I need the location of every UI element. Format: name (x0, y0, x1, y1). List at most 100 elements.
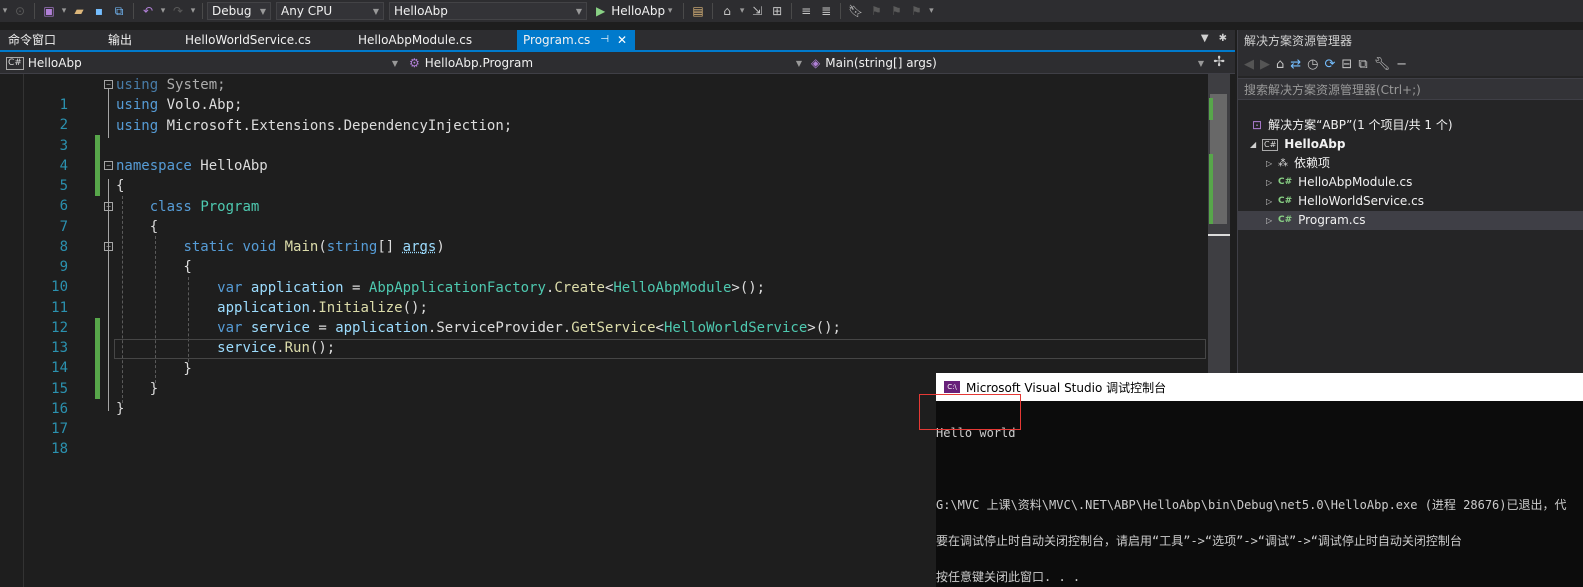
platform-select[interactable]: Any CPU ▼ (276, 2, 384, 20)
chevron-down-icon[interactable]: ▾ (60, 2, 68, 20)
tab-list-icon[interactable]: ▼ (1201, 33, 1209, 44)
redo-icon[interactable]: ↷ (171, 2, 185, 20)
collapse-all-icon[interactable]: ⊟ (1341, 57, 1352, 72)
tree-item-label: HelloWorldService.cs (1298, 194, 1424, 208)
project-dropdown-value: HelloAbp (27, 56, 82, 70)
show-all-files-icon[interactable]: ⧉ (1358, 57, 1367, 72)
back-icon[interactable]: ◀ (1244, 57, 1254, 72)
tree-item-helloabpmodule[interactable]: ▷ C# HelloAbpModule.cs (1266, 173, 1412, 192)
tree-item-solution[interactable]: ⊡ 解决方案“ABP”(1 个项目/共 1 个) (1252, 116, 1453, 135)
console-title-bar[interactable]: C:\ Microsoft Visual Studio 调试控制台 (936, 373, 1583, 401)
annotation-highlight-box (919, 394, 1021, 430)
code-line: 8 { (0, 217, 1208, 255)
browse-icon[interactable]: ▤ (691, 2, 705, 20)
console-line: 要在调试停止时自动关闭控制台，请启用“工具”->“选项”->“调试”->“调试停… (936, 534, 1462, 548)
collapsed-icon[interactable]: ▷ (1266, 154, 1278, 173)
code-line: 7 − class Program (0, 197, 1208, 235)
forward-icon[interactable]: ▶ (1260, 57, 1270, 72)
save-icon[interactable]: ▪ (92, 2, 106, 20)
code-line: 3 using Microsoft.Extensions.DependencyI… (0, 116, 1208, 176)
tab-program[interactable]: Program.cs ⊣ ✕ (517, 30, 635, 50)
tab-output[interactable]: 输出 (108, 30, 132, 50)
code-line: 9 − static void Main(string[] args) (0, 237, 1208, 275)
close-icon[interactable]: ✕ (617, 30, 627, 50)
comment-icon[interactable]: ≡ (799, 2, 813, 20)
debug-console-window[interactable]: C:\ Microsoft Visual Studio 调试控制台 Hello … (936, 373, 1583, 587)
collapse-icon[interactable]: − (104, 80, 113, 89)
chevron-down-icon: ▼ (795, 58, 802, 68)
gear-icon[interactable]: ✱ (1219, 33, 1227, 44)
navigate-forward-icon[interactable]: ⊙ (13, 2, 27, 20)
history-icon[interactable]: ◷ (1307, 57, 1318, 72)
tree-item-dependencies[interactable]: ▷ ⁂ 依赖项 (1266, 154, 1330, 173)
chevron-down-icon[interactable]: ▾ (927, 2, 935, 20)
expanded-icon[interactable]: ◢ (1250, 135, 1262, 154)
console-title: Microsoft Visual Studio 调试控制台 (966, 380, 1167, 395)
solution-search-input[interactable]: 搜索解决方案资源管理器(Ctrl+;) (1238, 78, 1583, 100)
toolbar-separator (840, 3, 842, 19)
preview-icon[interactable]: − (1396, 57, 1407, 72)
collapsed-icon[interactable]: ▷ (1266, 211, 1278, 230)
switch-views-icon[interactable]: ⇄ (1290, 57, 1301, 72)
uncomment-icon[interactable]: ≣ (819, 2, 833, 20)
code-text: static void Main(string[] args) (183, 239, 445, 255)
line-number: 18 (51, 441, 68, 458)
tree-item-label: HelloAbpModule.cs (1298, 175, 1413, 189)
step-icon[interactable]: ⇲ (750, 2, 764, 20)
toolbar-separator (712, 3, 714, 19)
chevron-down-icon[interactable]: ▾ (738, 2, 746, 20)
code-line: 14 service.Run(); (0, 338, 1208, 399)
start-debugging-button[interactable]: ▶ HelloAbp ▾ (596, 2, 675, 20)
undo-icon[interactable]: ↶ (141, 2, 155, 20)
collapse-icon[interactable]: − (104, 161, 113, 170)
chevron-down-icon: ▾ (667, 6, 673, 16)
code-text: { (116, 218, 159, 235)
tree-item-program[interactable]: ▷ C# Program.cs (1238, 211, 1583, 230)
startup-project-select[interactable]: HelloAbp ▼ (389, 2, 587, 20)
code-text: namespace HelloAbp (116, 158, 268, 174)
solution-explorer-title: 解决方案资源管理器 (1238, 30, 1583, 52)
properties-icon[interactable]: 🔧︎ (1374, 57, 1391, 72)
chevron-down-icon[interactable]: ▾ (1, 2, 9, 20)
tree-item-label: 依赖项 (1294, 156, 1331, 170)
bookmark-icon[interactable]: 🔖︎ (848, 2, 863, 20)
collapsed-icon[interactable]: ▷ (1266, 192, 1278, 211)
change-overview-marker (1209, 98, 1213, 120)
home-icon[interactable]: ⌂ (720, 2, 734, 20)
tab-helloabpmodule[interactable]: HelloAbpModule.cs (358, 30, 472, 50)
play-icon: ▶ (596, 4, 606, 18)
collapse-icon[interactable]: − (104, 201, 113, 211)
new-project-icon[interactable]: ▣ (42, 2, 56, 20)
code-text: application.Initialize(); (217, 299, 428, 316)
tree-item-project[interactable]: ◢ C# HelloAbp (1250, 135, 1345, 154)
prev-bookmark-icon[interactable]: ⚑ (869, 2, 883, 20)
save-all-icon[interactable]: ⧉ (112, 2, 126, 20)
home-icon[interactable]: ⌂ (1276, 57, 1284, 72)
tab-label: Program.cs (523, 33, 591, 47)
next-bookmark-icon[interactable]: ⚑ (889, 2, 903, 20)
pin-icon[interactable]: ⊣ (600, 30, 609, 50)
collapsed-icon[interactable]: ▷ (1266, 173, 1278, 192)
member-dropdown[interactable]: ◈ Main(string[] args) ▼ (810, 54, 1208, 72)
configuration-select[interactable]: Debug ▼ (207, 2, 271, 20)
code-line: 4 (0, 136, 1208, 196)
startup-project-value: HelloAbp (394, 4, 448, 18)
solution-explorer-toolbar: ◀ ▶ ⌂ ⇄ ◷ ⟳ ⊟ ⧉ 🔧︎ − (1238, 52, 1583, 76)
type-dropdown[interactable]: ⚙ HelloAbp.Program ▼ (408, 54, 806, 72)
code-text: var service = application.ServiceProvide… (217, 320, 841, 336)
clear-bookmarks-icon[interactable]: ⚑ (909, 2, 923, 20)
tab-helloworldservice[interactable]: HelloWorldService.cs (185, 30, 311, 50)
split-window-icon[interactable]: ✢ (1213, 54, 1225, 70)
chevron-down-icon[interactable]: ▾ (159, 2, 167, 20)
tree-item-helloworldservice[interactable]: ▷ C# HelloWorldService.cs (1266, 192, 1424, 211)
collapse-icon[interactable]: − (104, 242, 113, 251)
hierarchy-icon[interactable]: ⊞ (770, 2, 784, 20)
code-line: 11 var application = AbpApplicationFacto… (0, 278, 1208, 338)
sync-icon[interactable]: ⟳ (1325, 57, 1336, 72)
open-folder-icon[interactable]: ▰ (72, 2, 86, 20)
dependencies-icon: ⁂ (1278, 158, 1288, 169)
chevron-down-icon[interactable]: ▾ (189, 2, 197, 20)
project-dropdown[interactable]: C# HelloAbp ▼ (6, 54, 402, 72)
solution-icon: ⊡ (1252, 118, 1263, 132)
tab-command-window[interactable]: 命令窗口 (8, 30, 56, 50)
